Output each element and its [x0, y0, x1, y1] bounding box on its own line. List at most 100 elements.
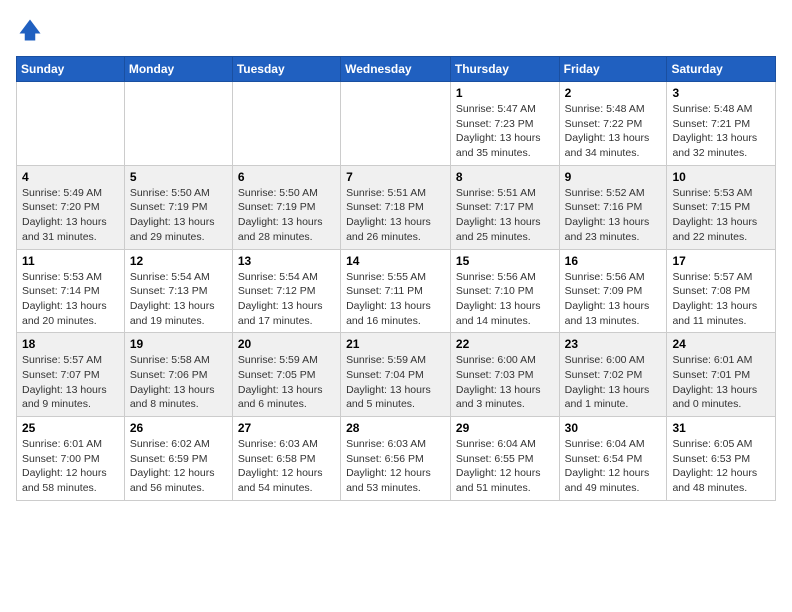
day-info: Sunrise: 6:04 AM Sunset: 6:54 PM Dayligh…: [565, 437, 662, 496]
day-info: Sunrise: 5:53 AM Sunset: 7:14 PM Dayligh…: [22, 270, 119, 329]
day-cell: 22 Sunrise: 6:00 AM Sunset: 7:03 PM Dayli…: [450, 333, 559, 417]
day-info: Sunrise: 5:59 AM Sunset: 7:05 PM Dayligh…: [238, 353, 335, 412]
day-cell: 8 Sunrise: 5:51 AM Sunset: 7:17 PM Daylig…: [450, 165, 559, 249]
weekday-header-wednesday: Wednesday: [341, 57, 451, 82]
day-info: Sunrise: 5:51 AM Sunset: 7:17 PM Dayligh…: [456, 186, 554, 245]
calendar-table: SundayMondayTuesdayWednesdayThursdayFrid…: [16, 56, 776, 501]
day-info: Sunrise: 5:48 AM Sunset: 7:21 PM Dayligh…: [672, 102, 770, 161]
day-number: 28: [346, 421, 445, 435]
day-number: 26: [130, 421, 227, 435]
day-number: 20: [238, 337, 335, 351]
day-number: 1: [456, 86, 554, 100]
day-cell: 10Sunrise: 5:53 AM Sunset: 7:15 PM Dayli…: [667, 165, 776, 249]
week-row-3: 11 Sunrise: 5:53 AM Sunset: 7:14 PM Dayli…: [17, 249, 776, 333]
day-info: Sunrise: 5:50 AM Sunset: 7:19 PM Dayligh…: [130, 186, 227, 245]
day-info: Sunrise: 6:01 AM Sunset: 7:01 PM Dayligh…: [672, 353, 770, 412]
day-cell: 25 Sunrise: 6:01 AM Sunset: 7:00 PM Dayli…: [17, 417, 125, 501]
day-cell: 16 Sunrise: 5:56 AM Sunset: 7:09 PM Dayli…: [559, 249, 667, 333]
day-info: Sunrise: 5:54 AM Sunset: 7:13 PM Dayligh…: [130, 270, 227, 329]
day-cell: 5 Sunrise: 5:50 AM Sunset: 7:19 PM Daylig…: [124, 165, 232, 249]
day-cell: 3 Sunrise: 5:48 AM Sunset: 7:21 PM Daylig…: [667, 82, 776, 166]
day-number: 5: [130, 170, 227, 184]
day-info: Sunrise: 5:50 AM Sunset: 7:19 PM Dayligh…: [238, 186, 335, 245]
day-number: 19: [130, 337, 227, 351]
day-cell: 28 Sunrise: 6:03 AM Sunset: 6:56 PM Dayli…: [341, 417, 451, 501]
weekday-header-row: SundayMondayTuesdayWednesdayThursdayFrid…: [17, 57, 776, 82]
day-info: Sunrise: 5:47 AM Sunset: 7:23 PM Dayligh…: [456, 102, 554, 161]
day-number: 3: [672, 86, 770, 100]
day-number: 12: [130, 254, 227, 268]
day-number: 8: [456, 170, 554, 184]
day-cell: [124, 82, 232, 166]
day-number: 2: [565, 86, 662, 100]
day-cell: 18 Sunrise: 5:57 AM Sunset: 7:07 PM Dayli…: [17, 333, 125, 417]
logo: [16, 16, 48, 44]
day-info: Sunrise: 5:55 AM Sunset: 7:11 PM Dayligh…: [346, 270, 445, 329]
day-cell: 13 Sunrise: 5:54 AM Sunset: 7:12 PM Dayli…: [232, 249, 340, 333]
day-cell: 29 Sunrise: 6:04 AM Sunset: 6:55 PM Dayli…: [450, 417, 559, 501]
day-info: Sunrise: 5:56 AM Sunset: 7:09 PM Dayligh…: [565, 270, 662, 329]
week-row-2: 4 Sunrise: 5:49 AM Sunset: 7:20 PM Daylig…: [17, 165, 776, 249]
day-number: 9: [565, 170, 662, 184]
day-cell: 31 Sunrise: 6:05 AM Sunset: 6:53 PM Dayli…: [667, 417, 776, 501]
day-cell: 6 Sunrise: 5:50 AM Sunset: 7:19 PM Daylig…: [232, 165, 340, 249]
day-cell: [232, 82, 340, 166]
day-cell: 1 Sunrise: 5:47 AM Sunset: 7:23 PM Daylig…: [450, 82, 559, 166]
day-cell: 24 Sunrise: 6:01 AM Sunset: 7:01 PM Dayli…: [667, 333, 776, 417]
weekday-header-saturday: Saturday: [667, 57, 776, 82]
weekday-header-monday: Monday: [124, 57, 232, 82]
day-number: 18: [22, 337, 119, 351]
day-info: Sunrise: 5:49 AM Sunset: 7:20 PM Dayligh…: [22, 186, 119, 245]
day-number: 31: [672, 421, 770, 435]
day-info: Sunrise: 6:03 AM Sunset: 6:58 PM Dayligh…: [238, 437, 335, 496]
day-info: Sunrise: 6:01 AM Sunset: 7:00 PM Dayligh…: [22, 437, 119, 496]
day-number: 21: [346, 337, 445, 351]
day-number: 14: [346, 254, 445, 268]
day-number: 25: [22, 421, 119, 435]
day-number: 11: [22, 254, 119, 268]
day-cell: 11 Sunrise: 5:53 AM Sunset: 7:14 PM Dayli…: [17, 249, 125, 333]
day-number: 22: [456, 337, 554, 351]
weekday-header-sunday: Sunday: [17, 57, 125, 82]
day-number: 27: [238, 421, 335, 435]
day-info: Sunrise: 5:59 AM Sunset: 7:04 PM Dayligh…: [346, 353, 445, 412]
weekday-header-thursday: Thursday: [450, 57, 559, 82]
day-number: 7: [346, 170, 445, 184]
day-info: Sunrise: 6:04 AM Sunset: 6:55 PM Dayligh…: [456, 437, 554, 496]
weekday-header-tuesday: Tuesday: [232, 57, 340, 82]
day-cell: 20 Sunrise: 5:59 AM Sunset: 7:05 PM Dayli…: [232, 333, 340, 417]
logo-icon: [16, 16, 44, 44]
day-number: 24: [672, 337, 770, 351]
day-info: Sunrise: 5:52 AM Sunset: 7:16 PM Dayligh…: [565, 186, 662, 245]
day-info: Sunrise: 5:57 AM Sunset: 7:08 PM Dayligh…: [672, 270, 770, 329]
day-cell: 21 Sunrise: 5:59 AM Sunset: 7:04 PM Dayli…: [341, 333, 451, 417]
week-row-5: 25 Sunrise: 6:01 AM Sunset: 7:00 PM Dayli…: [17, 417, 776, 501]
day-info: Sunrise: 6:05 AM Sunset: 6:53 PM Dayligh…: [672, 437, 770, 496]
day-number: 29: [456, 421, 554, 435]
day-info: Sunrise: 5:54 AM Sunset: 7:12 PM Dayligh…: [238, 270, 335, 329]
day-info: Sunrise: 5:48 AM Sunset: 7:22 PM Dayligh…: [565, 102, 662, 161]
day-number: 15: [456, 254, 554, 268]
day-cell: 15 Sunrise: 5:56 AM Sunset: 7:10 PM Dayli…: [450, 249, 559, 333]
day-number: 16: [565, 254, 662, 268]
day-number: 17: [672, 254, 770, 268]
day-info: Sunrise: 5:58 AM Sunset: 7:06 PM Dayligh…: [130, 353, 227, 412]
day-cell: [341, 82, 451, 166]
day-info: Sunrise: 6:03 AM Sunset: 6:56 PM Dayligh…: [346, 437, 445, 496]
day-number: 4: [22, 170, 119, 184]
day-number: 6: [238, 170, 335, 184]
day-info: Sunrise: 5:53 AM Sunset: 7:15 PM Dayligh…: [672, 186, 770, 245]
day-cell: 30 Sunrise: 6:04 AM Sunset: 6:54 PM Dayli…: [559, 417, 667, 501]
day-info: Sunrise: 6:02 AM Sunset: 6:59 PM Dayligh…: [130, 437, 227, 496]
day-cell: 19 Sunrise: 5:58 AM Sunset: 7:06 PM Dayli…: [124, 333, 232, 417]
day-number: 13: [238, 254, 335, 268]
day-cell: 14 Sunrise: 5:55 AM Sunset: 7:11 PM Dayli…: [341, 249, 451, 333]
day-number: 23: [565, 337, 662, 351]
day-cell: 17 Sunrise: 5:57 AM Sunset: 7:08 PM Dayli…: [667, 249, 776, 333]
day-number: 30: [565, 421, 662, 435]
day-info: Sunrise: 5:57 AM Sunset: 7:07 PM Dayligh…: [22, 353, 119, 412]
weekday-header-friday: Friday: [559, 57, 667, 82]
day-info: Sunrise: 6:00 AM Sunset: 7:03 PM Dayligh…: [456, 353, 554, 412]
day-info: Sunrise: 5:56 AM Sunset: 7:10 PM Dayligh…: [456, 270, 554, 329]
day-cell: 27 Sunrise: 6:03 AM Sunset: 6:58 PM Dayli…: [232, 417, 340, 501]
